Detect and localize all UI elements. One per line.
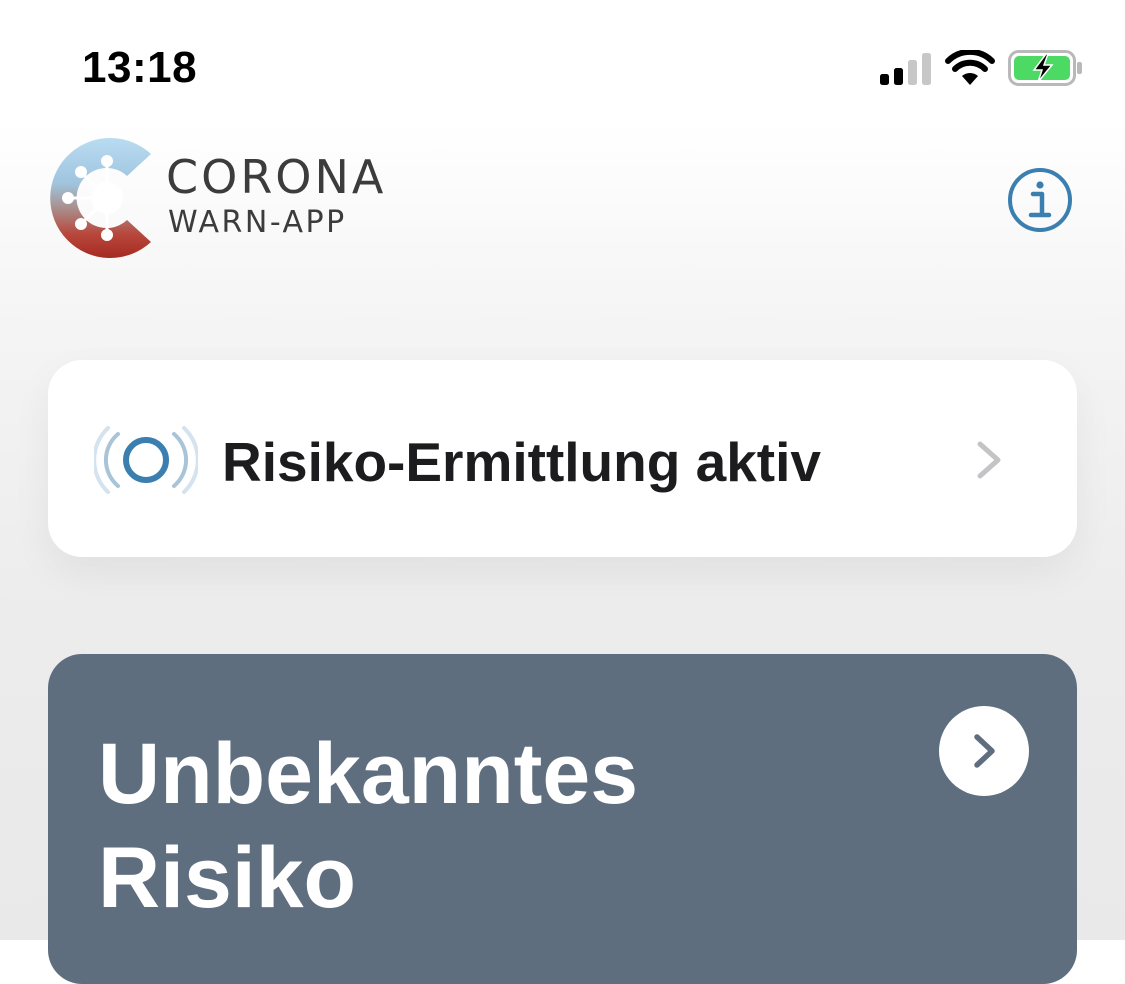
app-title: CORONA — [166, 150, 387, 204]
app-subtitle: WARN-APP — [168, 205, 347, 240]
wifi-icon — [945, 50, 995, 85]
risk-title-line1: Unbekanntes — [98, 726, 639, 822]
risk-details-button[interactable] — [939, 706, 1029, 796]
info-icon[interactable] — [1007, 167, 1073, 233]
status-bar: 13:18 — [0, 0, 1125, 140]
risk-title: Unbekanntes Risiko — [98, 722, 918, 930]
signal-icon — [880, 53, 931, 85]
chevron-right-icon — [974, 734, 995, 768]
corona-virus-logo-icon — [50, 138, 151, 258]
risk-status-card[interactable]: Unbekanntes Risiko — [48, 654, 1077, 984]
battery-charging-icon — [1008, 50, 1082, 86]
risk-detection-label: Risiko-Ermittlung aktiv — [222, 431, 821, 493]
status-time: 13:18 — [82, 43, 198, 92]
risk-detection-card[interactable]: Risiko-Ermittlung aktiv — [48, 360, 1077, 557]
active-tracing-icon — [94, 426, 198, 494]
chevron-right-icon — [977, 441, 1001, 479]
risk-title-line2: Risiko — [98, 830, 357, 926]
